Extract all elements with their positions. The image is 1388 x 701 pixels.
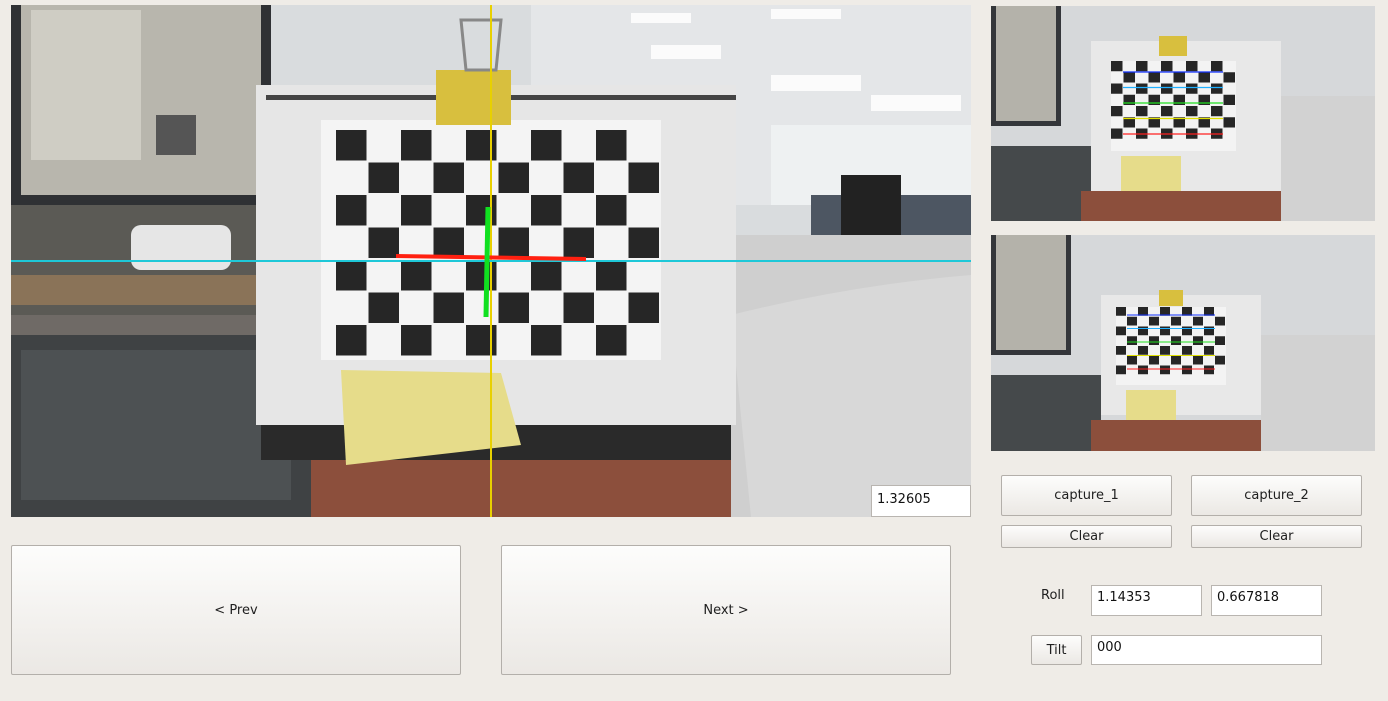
- capture-2-preview: [991, 235, 1375, 451]
- capture-1-frame: [991, 6, 1375, 221]
- main-camera-view: 1.32605: [11, 5, 971, 517]
- capture-2-button[interactable]: capture_2: [1191, 475, 1362, 516]
- roll-value-1-field[interactable]: 1.14353: [1091, 585, 1202, 616]
- roll-label: Roll: [1041, 588, 1065, 603]
- tilt-value-field[interactable]: 000: [1091, 635, 1322, 665]
- main-view-value-display: 1.32605: [871, 485, 971, 517]
- roll-value-2-field[interactable]: 0.667818: [1211, 585, 1322, 616]
- camera-frame: [11, 5, 971, 517]
- capture-1-preview: [991, 6, 1375, 221]
- next-button[interactable]: Next >: [501, 545, 951, 675]
- tilt-button[interactable]: Tilt: [1031, 635, 1082, 665]
- capture-2-frame: [991, 235, 1375, 451]
- prev-button[interactable]: < Prev: [11, 545, 461, 675]
- clear-capture-2-button[interactable]: Clear: [1191, 525, 1362, 548]
- capture-1-button[interactable]: capture_1: [1001, 475, 1172, 516]
- clear-capture-1-button[interactable]: Clear: [1001, 525, 1172, 548]
